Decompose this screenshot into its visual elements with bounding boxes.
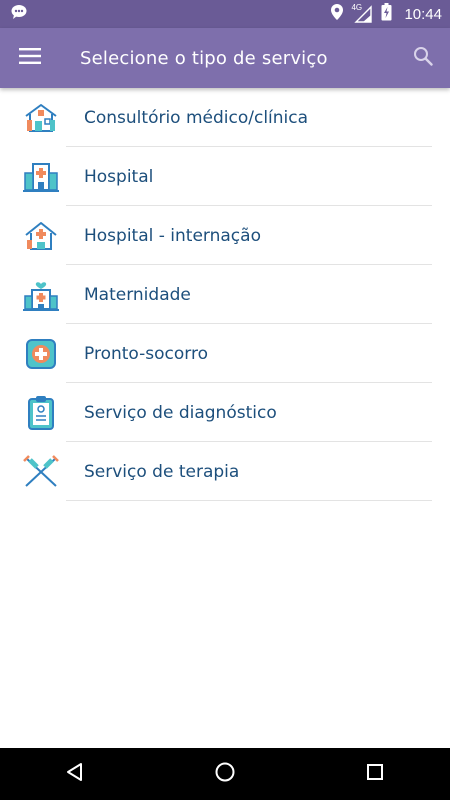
hospital-icon — [22, 159, 60, 195]
emergency-icon — [22, 336, 60, 372]
recents-icon — [366, 763, 384, 785]
page-title: Selecione o tipo de serviço — [80, 47, 328, 69]
list-item-clinic[interactable]: Consultório médico/clínica — [0, 88, 450, 147]
list-item-label: Maternidade — [84, 284, 191, 305]
status-bar: 4G 10:44 — [0, 0, 450, 28]
clinic-house-icon — [22, 100, 60, 136]
diagnostic-clipboard-icon — [22, 395, 60, 431]
list-item-diagnostic[interactable]: Serviço de diagnóstico — [0, 383, 450, 442]
home-icon — [214, 761, 236, 787]
list-item-label: Consultório médico/clínica — [84, 107, 309, 128]
notification-icon — [10, 4, 28, 24]
list-item-label: Serviço de diagnóstico — [84, 402, 277, 423]
list-item-label: Hospital - internação — [84, 225, 261, 246]
list-item-label: Serviço de terapia — [84, 461, 240, 482]
hospital-stay-icon — [22, 218, 60, 254]
recents-button[interactable] — [335, 748, 415, 800]
location-icon — [331, 4, 344, 24]
status-time: 10:44 — [404, 5, 442, 23]
system-nav-bar — [0, 748, 450, 800]
search-button[interactable] — [396, 28, 450, 88]
list-item-maternity[interactable]: Maternidade — [0, 265, 450, 324]
menu-button[interactable] — [0, 28, 60, 88]
hamburger-menu-icon — [19, 48, 41, 68]
list-item-therapy[interactable]: Serviço de terapia — [0, 442, 450, 501]
service-type-list: Consultório médico/clínica Hospital Hosp… — [0, 88, 450, 501]
battery-icon — [381, 3, 392, 25]
home-button[interactable] — [185, 748, 265, 800]
search-icon — [413, 46, 433, 70]
back-icon — [65, 762, 85, 786]
back-button[interactable] — [35, 748, 115, 800]
list-item-label: Hospital — [84, 166, 154, 187]
signal-icon: 4G — [351, 3, 373, 23]
app-bar: Selecione o tipo de serviço — [0, 28, 450, 88]
therapy-syringes-icon — [22, 454, 60, 490]
list-item-hospital-stay[interactable]: Hospital - internação — [0, 206, 450, 265]
list-item-hospital[interactable]: Hospital — [0, 147, 450, 206]
maternity-icon — [22, 277, 60, 313]
list-item-emergency[interactable]: Pronto-socorro — [0, 324, 450, 383]
list-item-label: Pronto-socorro — [84, 343, 208, 364]
divider — [66, 500, 432, 501]
